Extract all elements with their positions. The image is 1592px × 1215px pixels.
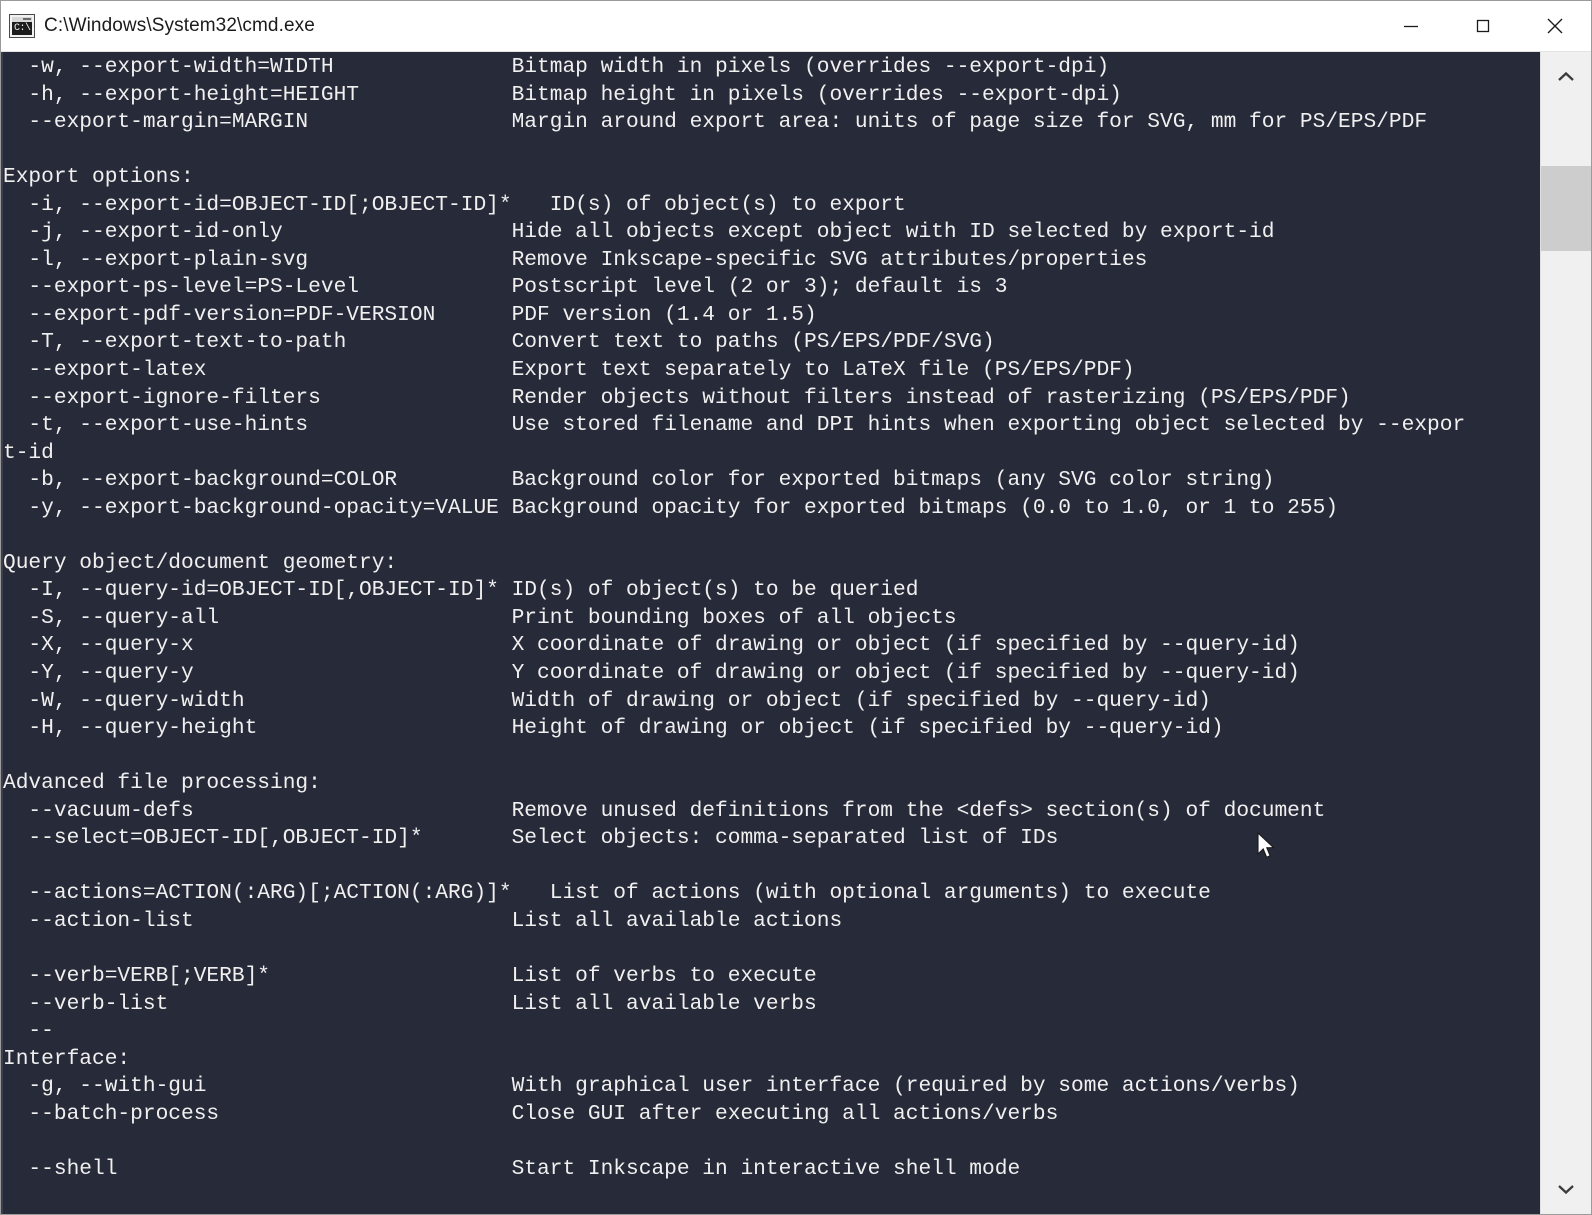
terminal-line: --export-latex Export text separately to… [3,357,1533,385]
terminal-line: -t, --export-use-hints Use stored filena… [3,412,1533,440]
terminal-line: -W, --query-width Width of drawing or ob… [3,688,1533,716]
cmd-window: C:\. C:\Windows\System32\cmd.exe [0,0,1592,1215]
terminal-line: Interface: [3,1046,1533,1074]
terminal-line: -Y, --query-y Y coordinate of drawing or… [3,660,1533,688]
terminal-line: --export-ps-level=PS-Level Postscript le… [3,274,1533,302]
terminal-line: --verb-list List all available verbs [3,991,1533,1019]
title-bar[interactable]: C:\. C:\Windows\System32\cmd.exe [1,1,1591,52]
scrollbar-track[interactable] [1541,102,1591,1164]
maximize-button[interactable] [1447,1,1519,50]
terminal-line: -j, --export-id-only Hide all objects ex… [3,219,1533,247]
terminal-line: -w, --export-width=WIDTH Bitmap width in… [3,54,1533,82]
terminal-line: -X, --query-x X coordinate of drawing or… [3,632,1533,660]
scroll-up-button[interactable] [1541,52,1591,102]
terminal-line: Query object/document geometry: [3,550,1533,578]
terminal-line: --actions=ACTION(:ARG)[;ACTION(:ARG)]* L… [3,880,1533,908]
chevron-down-icon [1556,1182,1576,1196]
window-title: C:\Windows\System32\cmd.exe [44,15,315,37]
chevron-up-icon [1556,70,1576,84]
terminal-line: Advanced file processing: [3,770,1533,798]
window-controls [1375,1,1591,50]
terminal-line: --export-ignore-filters Render objects w… [3,385,1533,413]
terminal-line: Export options: [3,164,1533,192]
terminal-line: -g, --with-gui With graphical user inter… [3,1073,1533,1101]
cmd-icon-prompt: C:\. [14,23,36,34]
scrollbar-thumb[interactable] [1541,166,1591,251]
terminal-line [3,936,1533,964]
terminal-line: -i, --export-id=OBJECT-ID[;OBJECT-ID]* I… [3,192,1533,220]
terminal-line: --export-margin=MARGIN Margin around exp… [3,109,1533,137]
terminal-line: --shell Start Inkscape in interactive sh… [3,1156,1533,1184]
terminal-line: -T, --export-text-to-path Convert text t… [3,329,1533,357]
terminal-line: --batch-process Close GUI after executin… [3,1101,1533,1129]
terminal-output[interactable]: -w, --export-width=WIDTH Bitmap width in… [1,52,1540,1214]
scroll-down-button[interactable] [1541,1164,1591,1214]
terminal-line: --vacuum-defs Remove unused definitions … [3,798,1533,826]
terminal-line: -S, --query-all Print bounding boxes of … [3,605,1533,633]
terminal-line: -h, --export-height=HEIGHT Bitmap height… [3,82,1533,110]
terminal-line: --select=OBJECT-ID[,OBJECT-ID]* Select o… [3,825,1533,853]
terminal-line: --export-pdf-version=PDF-VERSION PDF ver… [3,302,1533,330]
terminal-line: --verb=VERB[;VERB]* List of verbs to exe… [3,963,1533,991]
terminal-line: -l, --export-plain-svg Remove Inkscape-s… [3,247,1533,275]
terminal-line: t-id [3,440,1533,468]
minimize-button[interactable] [1375,1,1447,50]
terminal-line: -- [3,1018,1533,1046]
terminal-line [3,137,1533,165]
terminal-area: -w, --export-width=WIDTH Bitmap width in… [1,52,1591,1214]
close-button[interactable] [1519,1,1591,50]
terminal-line: -I, --query-id=OBJECT-ID[,OBJECT-ID]* ID… [3,577,1533,605]
cmd-icon: C:\. [10,15,34,37]
vertical-scrollbar[interactable] [1540,52,1591,1214]
terminal-line [3,1128,1533,1156]
terminal-line [3,522,1533,550]
terminal-line: -H, --query-height Height of drawing or … [3,715,1533,743]
terminal-line [3,853,1533,881]
terminal-line [3,743,1533,771]
terminal-line: --action-list List all available actions [3,908,1533,936]
terminal-line: -b, --export-background=COLOR Background… [3,467,1533,495]
terminal-line: -y, --export-background-opacity=VALUE Ba… [3,495,1533,523]
terminal-text-buffer: -w, --export-width=WIDTH Bitmap width in… [3,52,1533,1183]
cmd-icon-titlebar [12,17,32,22]
